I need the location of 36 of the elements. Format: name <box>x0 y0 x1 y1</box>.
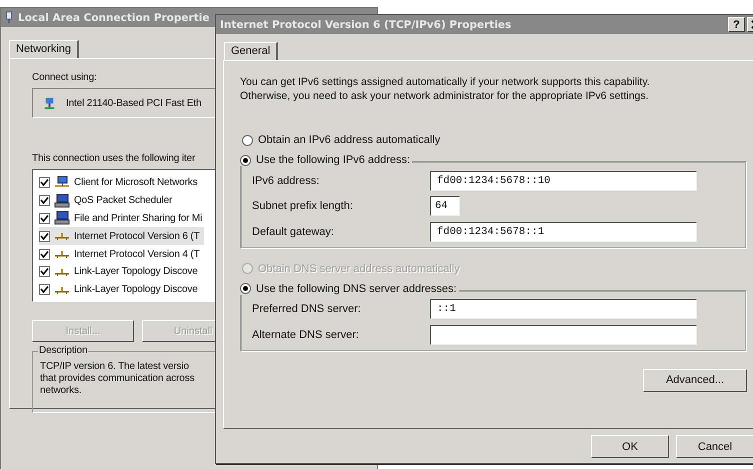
intro-text: Otherwise, you need to ask your network administrator for the appropriate IPv6 settings. <box>240 89 650 103</box>
intro-text: You can get IPv6 settings assigned automatically if your network supports this capability. <box>240 75 651 89</box>
list-item[interactable]: QoS Packet Scheduler <box>39 192 176 210</box>
description-text: that provides communication across <box>40 373 196 385</box>
description-text: TCP/IP version 6. The latest versio <box>40 361 190 373</box>
input-field[interactable]: ::1 <box>430 299 697 320</box>
help-button[interactable]: ? <box>728 17 745 32</box>
radio-label: Use the following IPv6 address: <box>256 154 410 166</box>
radio-label: Use the following DNS server addresses: <box>256 282 457 294</box>
dialog-button[interactable]: Cancel <box>676 435 753 458</box>
input-field[interactable]: 64 <box>430 196 460 216</box>
dialog-button[interactable]: OK <box>591 435 669 458</box>
field-label: Alternate DNS server: <box>252 328 360 341</box>
tab[interactable]: General <box>224 42 278 61</box>
dialog-title: Internet Protocol Version 6 (TCP/IPv6) Properties <box>220 18 512 30</box>
field-label: Subnet prefix length: <box>252 200 354 212</box>
list-item[interactable]: Client for Microsoft Networks <box>39 174 202 192</box>
group-label: Description <box>38 345 88 356</box>
field-label: Preferred DNS server: <box>252 303 362 316</box>
input-field[interactable]: fd00:1234:5678::10 <box>430 170 697 191</box>
list-item[interactable]: Link-Layer Topology Discove <box>39 262 202 281</box>
adapter-name: Intel 21140-Based PCI Fast Eth <box>66 98 202 108</box>
list-item[interactable]: Internet Protocol Version 4 (T <box>39 245 204 263</box>
description-text: networks. <box>40 385 82 397</box>
advanced-button[interactable]: Advanced... <box>643 368 747 392</box>
field-label: Default gateway: <box>252 226 335 238</box>
list-item[interactable]: File and Printer Sharing for Mi <box>39 210 206 228</box>
field-label: IPv6 address: <box>252 174 320 187</box>
radio-label: Obtain an IPv6 address automatically <box>258 134 440 146</box>
tab[interactable]: Networking <box>9 40 80 59</box>
list-label: This connection uses the following iter <box>32 153 196 164</box>
window-title: Local Area Connection Propertie <box>18 12 210 24</box>
input-field[interactable]: fd00:1234:5678::1 <box>430 222 697 242</box>
list-item[interactable]: Link-Layer Topology Discove <box>39 280 202 299</box>
list-item[interactable]: Internet Protocol Version 6 (T <box>39 227 204 246</box>
field-label: Connect using: <box>32 72 97 83</box>
